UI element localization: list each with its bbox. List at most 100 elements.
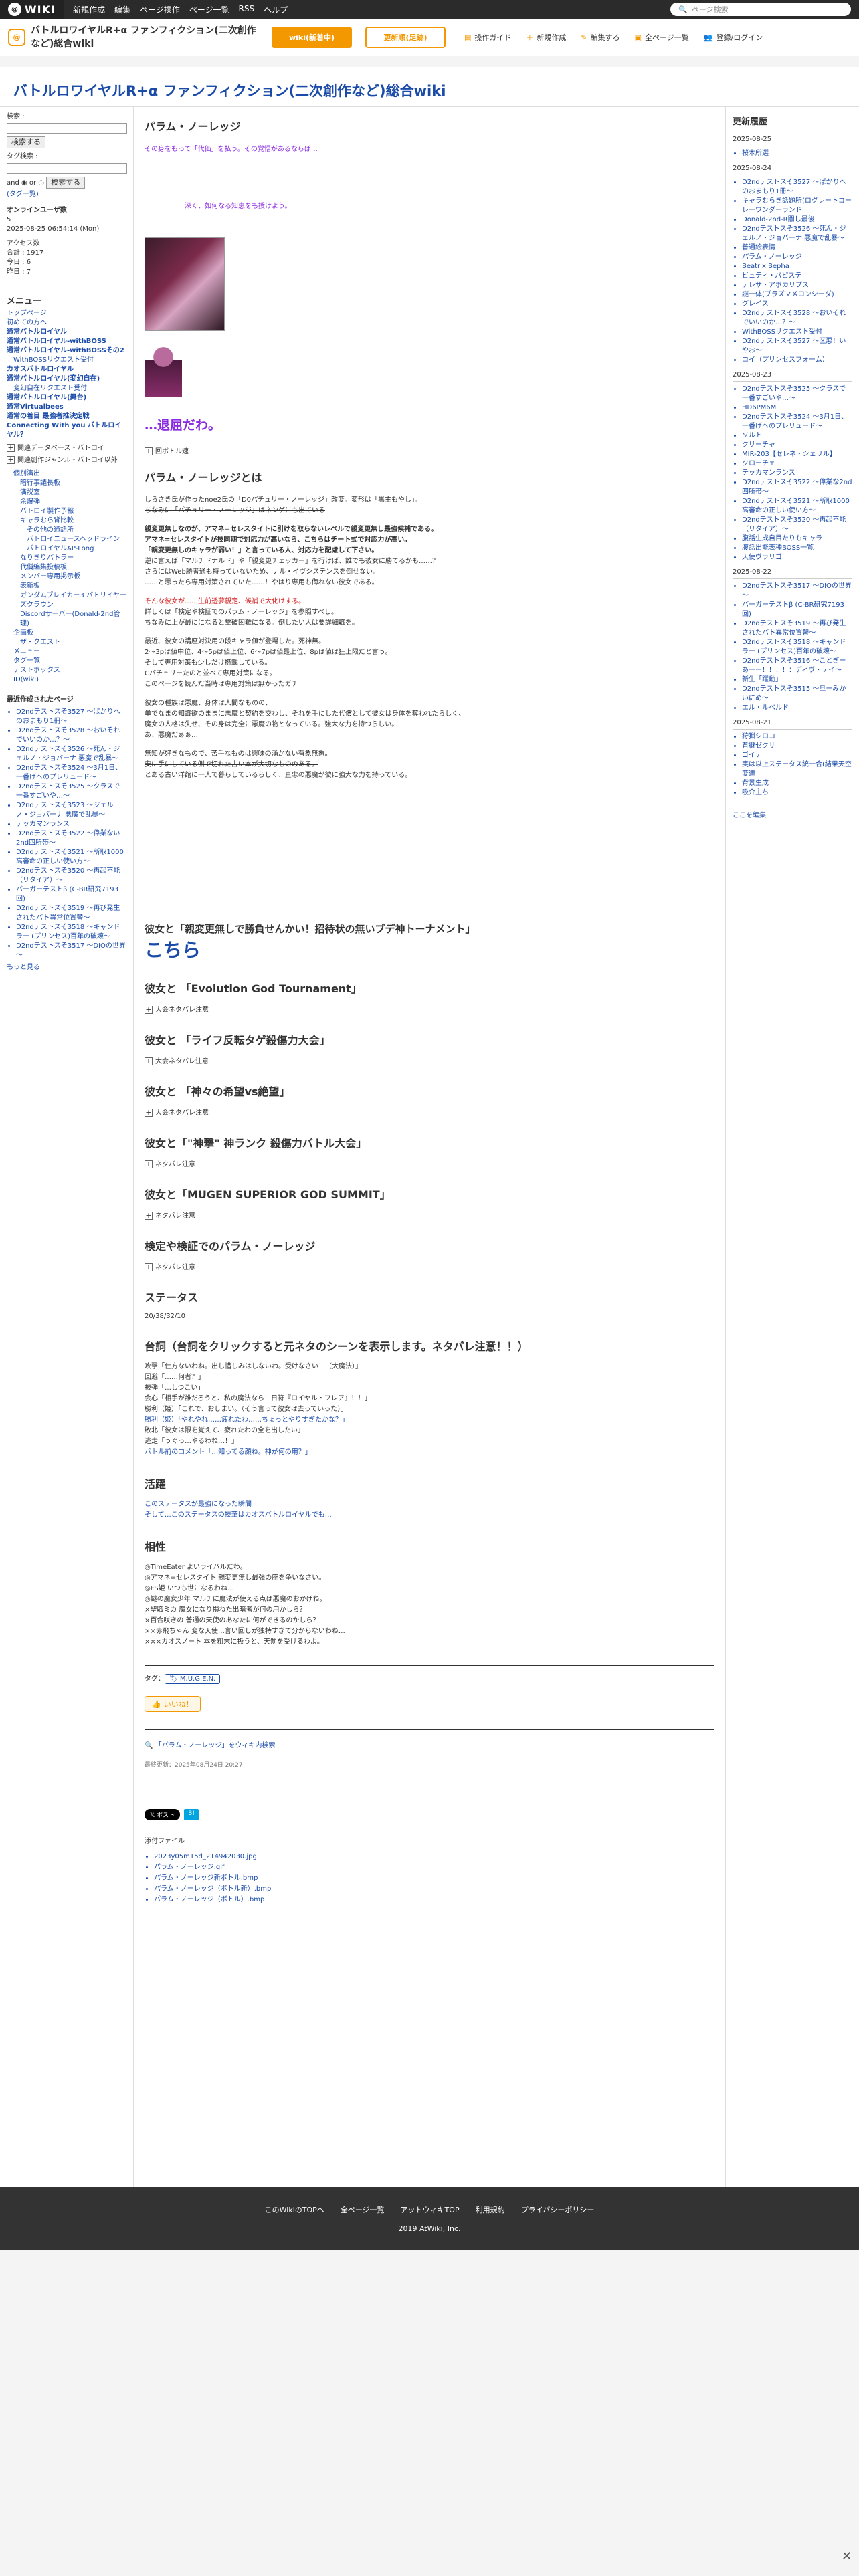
menu-item[interactable]: Connecting With you バトルロイヤル？ xyxy=(7,421,126,440)
compat-entry[interactable]: ××赤飛ちゃん 変な天使…言い回しが独特すぎて分からないわね… xyxy=(145,1626,714,1637)
compat-entry[interactable]: ×××カオスノート 本を粗末に扱うと、天罰を受けるわよ。 xyxy=(145,1637,714,1648)
submenu-item[interactable]: バトロイヤルAP-Long xyxy=(7,544,126,554)
compat-entry[interactable]: ◎アマネ=セレスタイト 親変更無し最強の座を争いなさい。 xyxy=(145,1573,714,1584)
recent-page-link[interactable]: D2ndテストスそ3524 ～3月1日、一番げヘのプレリュード～ xyxy=(16,764,126,782)
history-link[interactable]: グレイス xyxy=(742,300,852,309)
compat-entry[interactable]: ◎TimeEater よいライバルだわ。 xyxy=(145,1562,714,1573)
active-link-2[interactable]: そして…このステータスの技華はカオスバトルロイヤルでも… xyxy=(145,1510,714,1521)
compat-entry[interactable]: ×百合咲きの 普通の天使のあなたに何ができるのかしら？ xyxy=(145,1616,714,1626)
menu-item[interactable]: トップページ xyxy=(7,309,126,318)
edit-link[interactable]: ✎ 編集する xyxy=(581,32,619,43)
section-fold[interactable]: + 大会ネタバレ注意 xyxy=(145,1004,714,1014)
menu-item[interactable]: 通常Virtualbees xyxy=(7,403,126,412)
x-post-button[interactable]: 𝕏 ポスト xyxy=(145,1809,181,1820)
page-search-input[interactable]: 🔍 ページ検索 xyxy=(670,3,851,16)
history-link[interactable]: 新生「躍動」 xyxy=(742,675,852,685)
menu-item[interactable]: 通常バトルロイヤル xyxy=(7,328,126,337)
submenu-item[interactable]: バトロイ製作予報 xyxy=(7,507,126,516)
history-link[interactable]: 腹話出能表種BOSS一覧 xyxy=(742,544,852,553)
submenu-item[interactable]: 個別演出 xyxy=(7,469,126,479)
history-link[interactable]: D2ndテストスそ3521 ～所取1000高審命の正しい使い方～ xyxy=(742,497,852,516)
history-link[interactable]: テレサ・アボカリプス xyxy=(742,281,852,290)
submenu-item[interactable]: ID(wiki) xyxy=(7,675,126,685)
attachment-link[interactable]: パラム・ノーレッジ（ボトル新）.bmp xyxy=(154,1884,714,1895)
history-link[interactable]: D2ndテストスそ3516 ～ことぎーあーー！！！！：ディヴ・テイ～ xyxy=(742,657,852,675)
history-link[interactable]: D2ndテストスそ3515 ～旦ーみかいにめ～ xyxy=(742,685,852,704)
history-link[interactable]: HD6PM6M xyxy=(742,403,852,413)
footer-link[interactable]: このWikiのTOPへ xyxy=(265,2204,324,2215)
history-link[interactable]: D2ndテストスそ3526 ～死ん・ジェルノ・ジョバーナ 悪魔で乱暴～ xyxy=(742,225,852,243)
history-link[interactable]: D2ndテストスそ3527 ～ぱかりへのおまもり1冊～ xyxy=(742,178,852,197)
edit-here-link[interactable]: ここを編集 xyxy=(733,811,852,821)
menu-edit[interactable]: 編集 xyxy=(114,4,130,15)
history-link[interactable]: 桜木所選 xyxy=(742,149,852,158)
submenu-item[interactable]: 暗行事議長板 xyxy=(7,479,126,488)
submenu-item[interactable]: 演説室 xyxy=(7,488,126,498)
recent-page-link[interactable]: テッカマンランス xyxy=(16,820,126,829)
recent-page-link[interactable]: D2ndテストスそ3520 ～再起不能（リタイア）～ xyxy=(16,867,126,885)
wiki-home-button[interactable]: wiki(新着中) xyxy=(272,26,352,48)
submenu-item[interactable]: 余爆弾 xyxy=(7,498,126,507)
more-link[interactable]: もっと見る xyxy=(7,963,126,972)
menu-item[interactable]: カオスバトルロイヤル xyxy=(7,365,126,374)
hatena-button[interactable]: B! xyxy=(184,1809,199,1820)
menu-item[interactable]: 通常バトルロイヤル-withBOSSその2 xyxy=(7,346,126,356)
fold-bottle[interactable]: + 回ボトル速 xyxy=(145,445,714,455)
history-link[interactable]: ゴイテ xyxy=(742,751,852,760)
history-link[interactable]: クローチェ xyxy=(742,459,852,469)
section-fold[interactable]: + 大会ネタバレ注意 xyxy=(145,1055,714,1065)
footer-link[interactable]: アットウィキTOP xyxy=(401,2204,460,2215)
menu-help[interactable]: ヘルプ xyxy=(264,4,288,15)
history-link[interactable]: コイ（プリンセスフォーム） xyxy=(742,356,852,365)
history-link[interactable]: D2ndテストスそ3527 ～区悪！いやお～ xyxy=(742,337,852,356)
history-link[interactable]: WithBOSSリクエスト受付 xyxy=(742,328,852,337)
history-link[interactable]: 謎一体(プラズマメロンシーダ) xyxy=(742,290,852,300)
history-link[interactable]: D2ndテストスそ3518 ～キャンドラー (プリンセス)百年の破壊～ xyxy=(742,638,852,657)
atwiki-logo[interactable]: @ WIKI xyxy=(0,0,64,19)
footer-link[interactable]: プライバシーポリシー xyxy=(521,2204,595,2215)
menu-item[interactable]: 通常バトルロイヤル(変幻自在) xyxy=(7,374,126,384)
line-entry[interactable]: 勝利（姫）「やれやれ……疲れたわ……ちょっとやりすぎたかな？」 xyxy=(145,1415,714,1426)
history-link[interactable]: 腹話生成自目たりもキャラ xyxy=(742,534,852,544)
recent-page-link[interactable]: D2ndテストスそ3519 ～再び発生されたバト異常位置替～ xyxy=(16,904,126,923)
close-icon[interactable]: ✕ xyxy=(842,2549,852,2563)
guide-link[interactable]: ▤ 操作ガイド xyxy=(464,32,511,43)
tournament-link[interactable]: こちら xyxy=(145,936,714,962)
history-link[interactable]: 普通絵表情 xyxy=(742,243,852,253)
like-button[interactable]: 👍 いいね！ xyxy=(145,1696,201,1712)
history-link[interactable]: 実は以上ステータス統一合(結果天空変達 xyxy=(742,760,852,779)
update-log-button[interactable]: 更新順(足跡) xyxy=(365,26,446,48)
recent-page-link[interactable]: D2ndテストスそ3522 ～偉業ない2nd四所帯～ xyxy=(16,829,126,848)
submenu-item[interactable]: Discordサーバー(Donald-2nd管理) xyxy=(7,610,126,629)
history-link[interactable]: D2ndテストスそ3528 ～おいそれでいいのか…？～ xyxy=(742,309,852,328)
line-entry[interactable]: 被弾「…しつこい」 xyxy=(145,1383,714,1394)
submenu-item[interactable]: なりきりバトラー xyxy=(7,554,126,563)
submenu-item[interactable]: メニュー xyxy=(7,647,126,657)
menu-item[interactable]: 初めての方へ xyxy=(7,318,126,328)
history-link[interactable]: 背継ゼクサ xyxy=(742,742,852,751)
tag-search-input[interactable] xyxy=(7,163,127,174)
menu-item[interactable]: 通常の着目 最強者推決定戦 xyxy=(7,412,126,421)
section-fold[interactable]: + ネタバレ注意 xyxy=(145,1158,714,1168)
menu-page-ops[interactable]: ページ操作 xyxy=(140,4,180,15)
recent-page-link[interactable]: D2ndテストスそ3525 ～クラスで一番すごいや…～ xyxy=(16,782,126,801)
submenu-item[interactable]: ザ・クエスト xyxy=(7,638,126,647)
line-entry[interactable]: 勝利（姫）「これで、おしまい。（そう言って彼女は去っていった）」 xyxy=(145,1404,714,1415)
footer-link[interactable]: 全ページ一覧 xyxy=(341,2204,385,2215)
attachment-link[interactable]: 2023y05m15d_214942030.jpg xyxy=(154,1852,714,1862)
attachment-link[interactable]: パラム・ノーレッジ.gif xyxy=(154,1862,714,1873)
history-link[interactable]: MIR-203【セレネ・シェリル】 xyxy=(742,450,852,459)
history-link[interactable]: クリーチャ xyxy=(742,441,852,450)
history-link[interactable]: D2ndテストスそ3522 ～偉業な2nd四所帯～ xyxy=(742,478,852,497)
line-entry[interactable]: 逃走「うぐっ…やるわね…！」 xyxy=(145,1436,714,1447)
history-link[interactable]: 狩猟シロコ xyxy=(742,732,852,742)
recent-page-link[interactable]: D2ndテストスそ3518 ～キャンドラー (プリンセス)百年の破壊～ xyxy=(16,923,126,942)
attachment-link[interactable]: パラム・ノーレッジ（ボトル）.bmp xyxy=(154,1895,714,1905)
fold-related-genre[interactable]: + 関連創作ジャンル・バトロイ以外 xyxy=(7,456,126,465)
history-link[interactable]: パラム・ノーレッジ xyxy=(742,253,852,262)
submenu-item[interactable]: メンバー専用掲示板 xyxy=(7,572,126,582)
line-entry[interactable]: 回避「……何者？」 xyxy=(145,1372,714,1383)
wiki-search-link[interactable]: 🔍 「パラム・ノーレッジ」をウィキ内検索 xyxy=(145,1739,714,1749)
history-link[interactable]: Beatrix Bepha xyxy=(742,262,852,272)
section-fold[interactable]: + 大会ネタバレ注意 xyxy=(145,1107,714,1117)
